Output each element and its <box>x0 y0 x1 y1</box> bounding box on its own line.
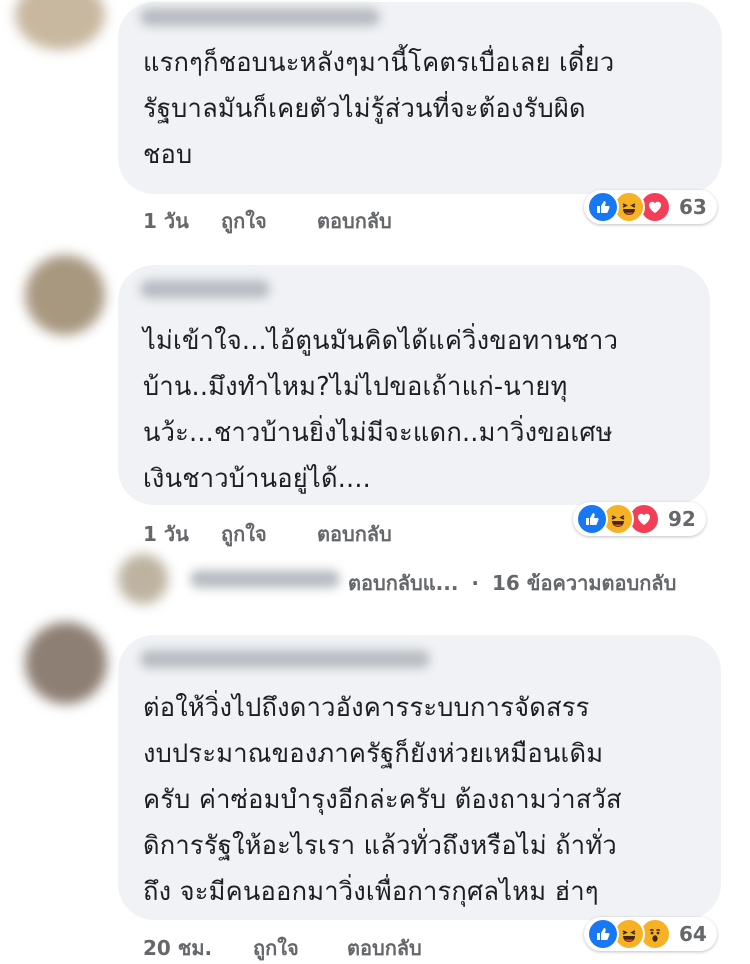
comment-text: ต่อให้วิ่งไปถึงดาวอังคารระบบการจัดสรร งบ… <box>143 693 622 907</box>
commenter-name[interactable] <box>140 650 430 668</box>
reply-separator: · <box>471 571 480 595</box>
reaction-count: 64 <box>679 922 707 946</box>
comment-time[interactable]: 20 ชม. <box>143 932 253 964</box>
reply-count: 16 ข้อความตอบกลับ <box>492 571 677 595</box>
like-button[interactable]: ถูกใจ <box>253 932 347 964</box>
reply-button[interactable]: ตอบกลับ <box>317 518 392 550</box>
reply-button[interactable]: ตอบกลับ <box>347 932 422 964</box>
comment-meta: 1 วัน ถูกใจ ตอบกลับ <box>143 205 392 237</box>
avatar[interactable] <box>15 0 105 50</box>
avatar[interactable] <box>25 622 107 704</box>
reply-button[interactable]: ตอบกลับ <box>317 205 392 237</box>
view-replies-link[interactable]: ตอบกลับแ... · 16 ข้อความตอบกลับ <box>348 567 676 599</box>
reaction-count: 92 <box>668 507 696 531</box>
comment-meta: 1 วัน ถูกใจ ตอบกลับ <box>143 518 392 550</box>
reaction-count: 63 <box>679 195 707 219</box>
comment-time[interactable]: 1 วัน <box>143 205 221 237</box>
like-icon <box>587 191 619 223</box>
comment-meta: 20 ชม. ถูกใจ ตอบกลับ <box>143 932 422 964</box>
reply-preview-text: ตอบกลับแ... <box>348 571 459 595</box>
comment-time[interactable]: 1 วัน <box>143 518 221 550</box>
like-icon <box>576 503 608 535</box>
reply-author-name[interactable] <box>190 570 340 588</box>
commenter-name[interactable] <box>140 8 380 26</box>
comment-text: แรกๆก็ชอบนะหลังๆมานี้โคตรเบื่อเลย เดี๋ยว… <box>143 48 615 170</box>
commenter-name[interactable] <box>140 280 270 298</box>
like-icon <box>587 918 619 950</box>
avatar[interactable] <box>25 255 105 335</box>
like-button[interactable]: ถูกใจ <box>221 205 317 237</box>
reaction-summary[interactable]: 64 <box>584 917 717 951</box>
reaction-summary[interactable]: 63 <box>584 190 717 224</box>
like-button[interactable]: ถูกใจ <box>221 518 317 550</box>
comment-text: ไม่เข้าใจ...ไอ้ตูนมันคิดได้แค่วิ่งขอทานช… <box>143 326 619 494</box>
reply-avatar[interactable] <box>118 554 168 604</box>
reaction-summary[interactable]: 92 <box>573 502 706 536</box>
